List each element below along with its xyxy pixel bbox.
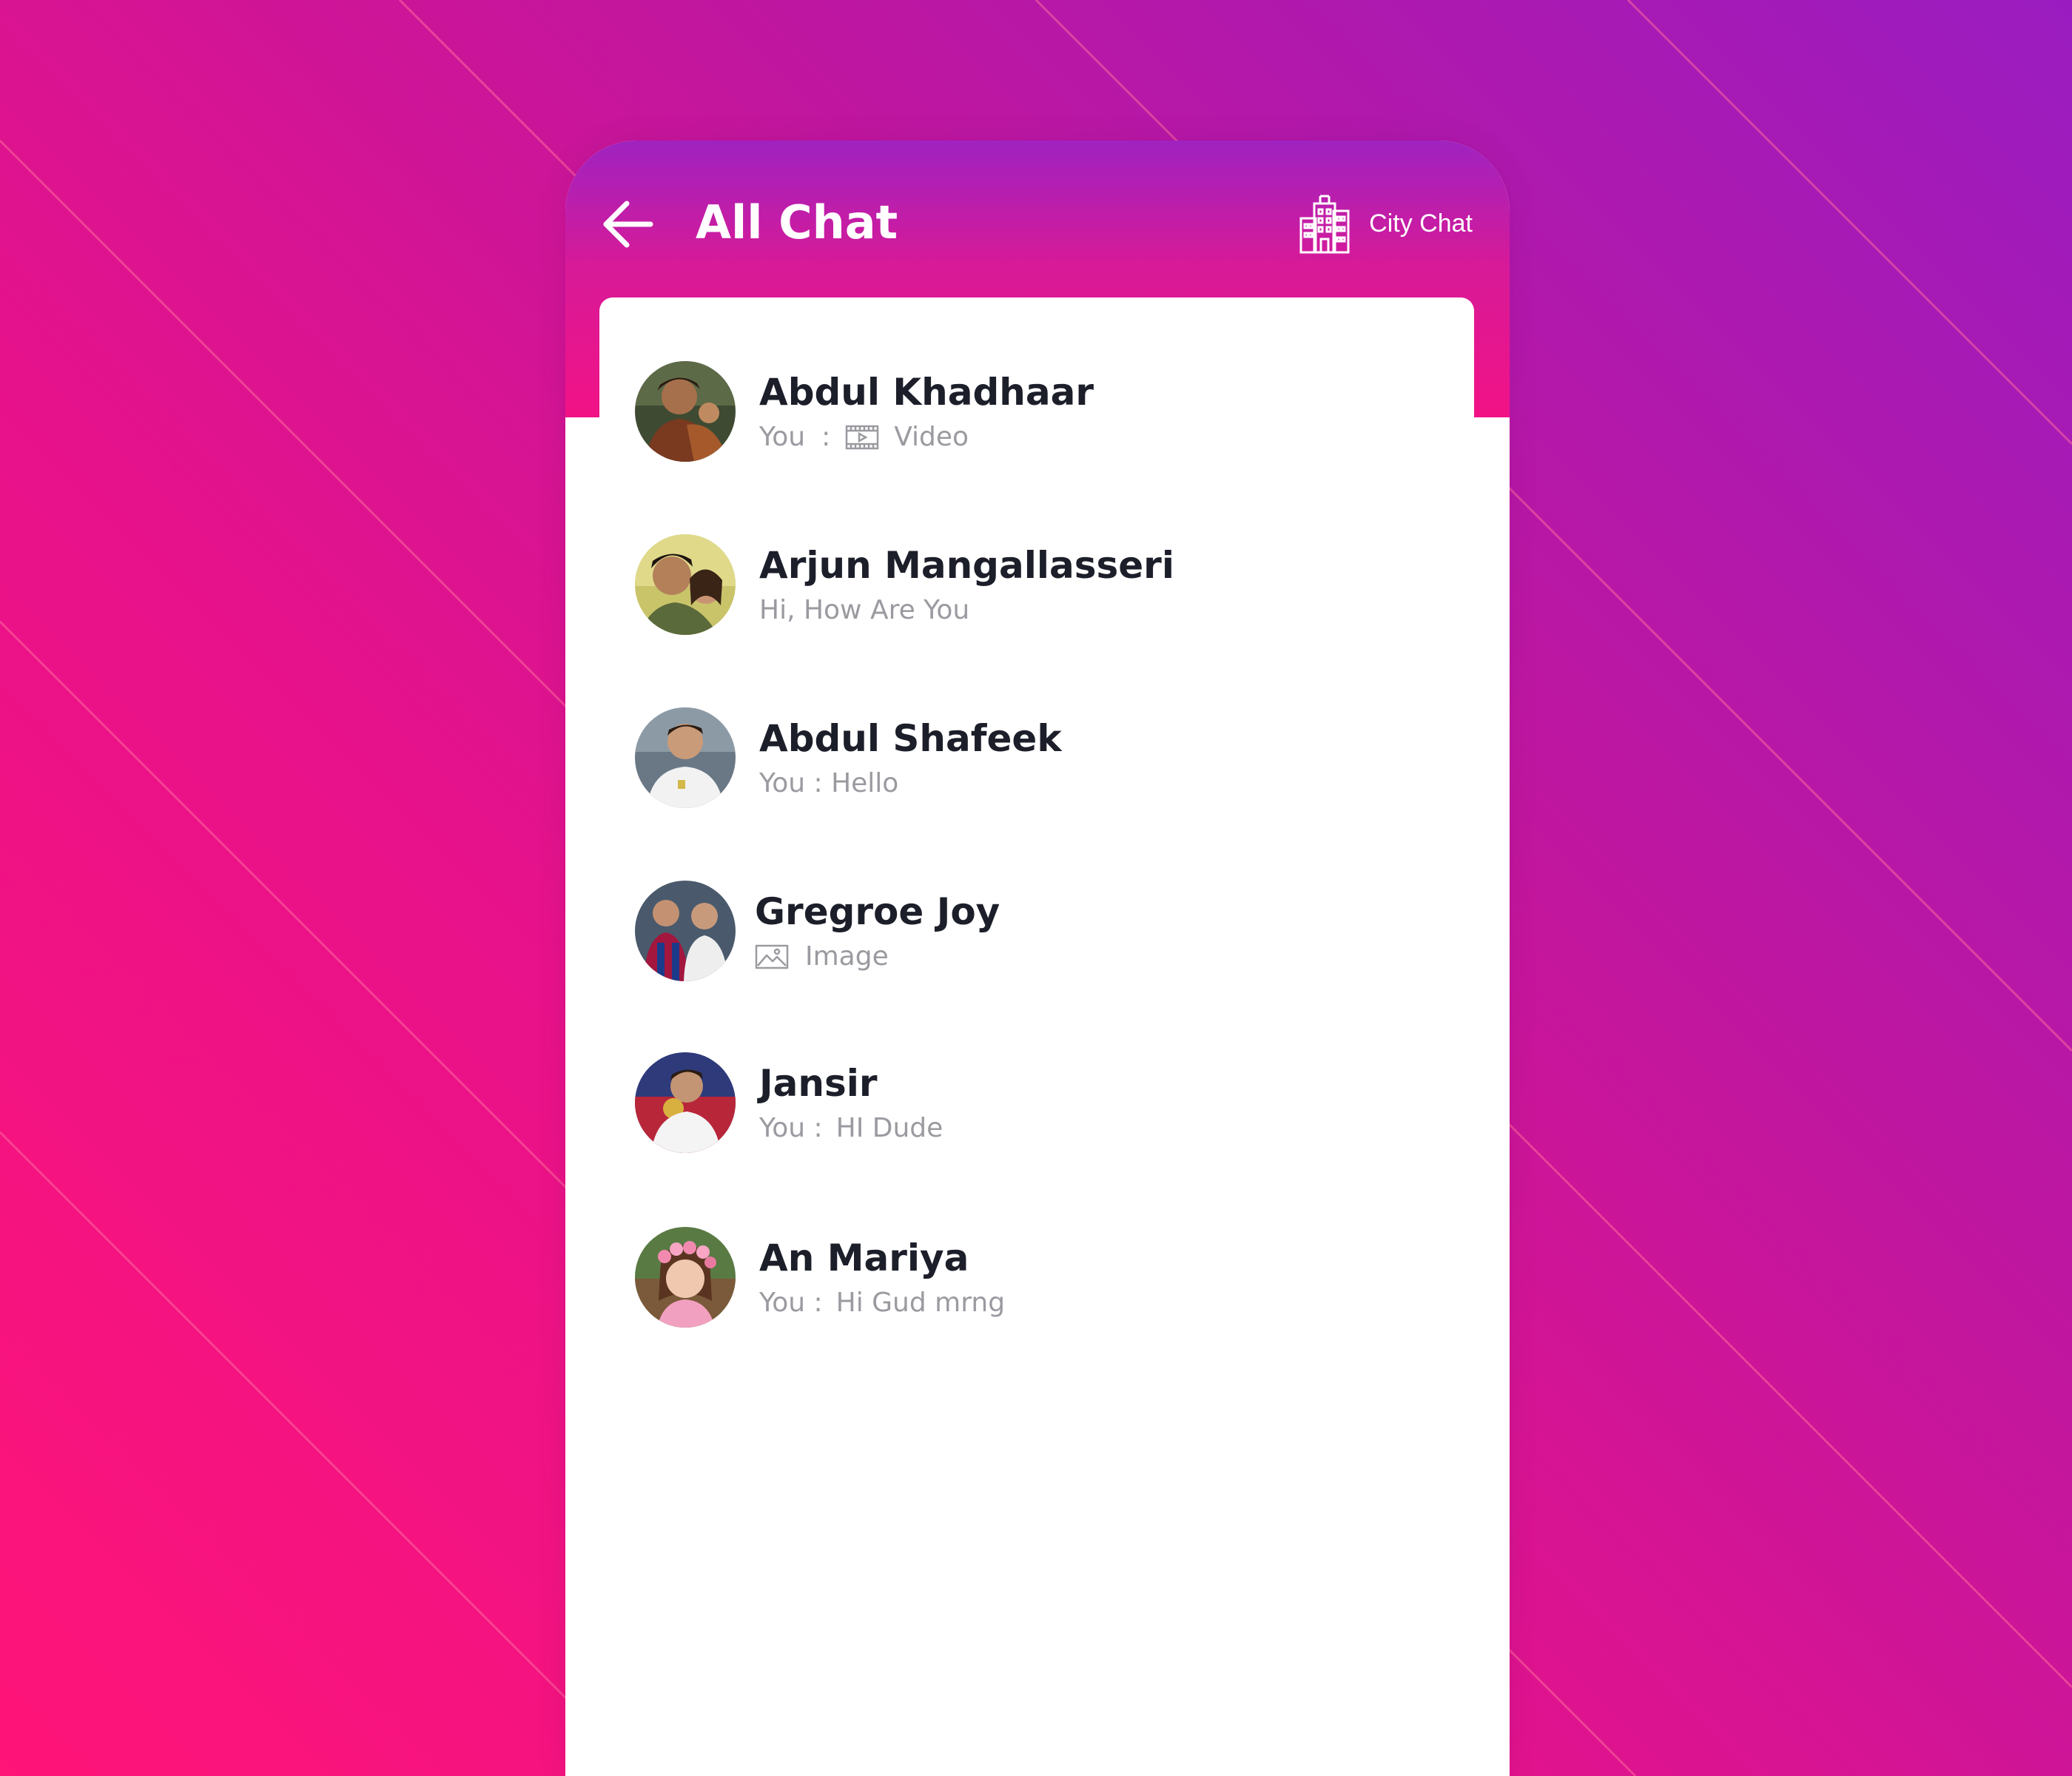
preview-text: Hi, How Are You	[759, 595, 970, 625]
chat-name: An Mariya	[759, 1237, 969, 1279]
chat-name: Arjun Mangallasseri	[759, 544, 1174, 587]
chat-item-an-mariya[interactable]: An Mariya You : Hi Gud mrng	[599, 1202, 1474, 1350]
chat-name: Jansir	[759, 1062, 878, 1105]
city-chat-button[interactable]: City Chat	[1298, 188, 1473, 259]
building-icon	[1299, 195, 1350, 254]
avatar	[635, 881, 736, 981]
video-icon	[845, 424, 879, 451]
chat-item-abdul-shafeek[interactable]: Abdul Shafeek You : Hello	[599, 682, 1474, 830]
preview-text: Image	[805, 941, 889, 972]
preview-text: You : Hello	[759, 768, 899, 798]
chat-preview: You : HI Dude	[759, 1110, 943, 1147]
chat-item-gregroe-joy[interactable]: Gregroe Joy Image	[599, 855, 1474, 1003]
sender-label: You :	[759, 1113, 823, 1143]
chat-item-jansir[interactable]: Jansir You : HI Dude	[599, 1027, 1474, 1175]
preview-text: HI Dude	[835, 1113, 944, 1143]
chat-name: Abdul Khadhaar	[759, 371, 1094, 414]
avatar	[635, 534, 736, 635]
image-icon	[755, 944, 789, 970]
avatar	[635, 1227, 736, 1328]
chat-name: Abdul Shafeek	[759, 717, 1062, 760]
avatar	[635, 361, 736, 462]
separator: :	[821, 422, 831, 452]
preview-text: Hi Gud mrng	[835, 1288, 1006, 1318]
page-title: All Chat	[696, 195, 898, 249]
chat-list: Abdul Khadhaar You : Video Arjun Mangall…	[599, 297, 1474, 1776]
chat-preview: You : Hello	[759, 765, 898, 802]
chat-preview: Image	[755, 938, 889, 975]
chat-preview: Hi, How Are You	[759, 592, 969, 629]
sender-label: You	[759, 422, 806, 452]
chat-preview: You : Hi Gud mrng	[759, 1285, 1005, 1322]
sender-label: You :	[759, 1288, 823, 1318]
city-chat-label: City Chat	[1369, 209, 1473, 238]
chat-item-abdul-khadhaar[interactable]: Abdul Khadhaar You : Video	[599, 336, 1474, 484]
arrow-left-icon	[603, 201, 653, 248]
chat-name: Gregroe Joy	[755, 890, 1000, 933]
chat-item-arjun-mangallasseri[interactable]: Arjun Mangallasseri Hi, How Are You	[599, 509, 1474, 657]
preview-text: Video	[894, 422, 969, 452]
avatar	[635, 1052, 736, 1153]
avatar	[635, 707, 736, 808]
chat-preview: You : Video	[759, 419, 969, 456]
back-button[interactable]	[595, 191, 662, 258]
chat-screen: All Chat City Chat Abdul Khadhaar You: …	[565, 141, 1510, 1776]
